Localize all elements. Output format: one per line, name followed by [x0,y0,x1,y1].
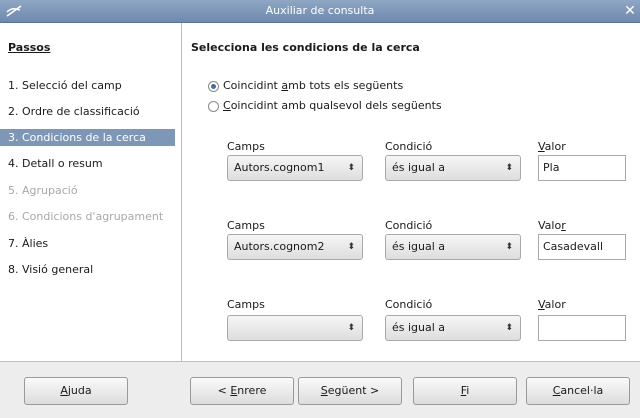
field-select-1-value: Autors.cognom1 [234,161,325,174]
condition-select-2[interactable]: és igual a ⬍ [385,234,521,260]
button-bar: Ajuda < Enrere Següent > Fi Cancel·la [0,361,640,418]
field-select-3[interactable]: ⬍ [227,315,363,341]
condition-select-1[interactable]: és igual a ⬍ [385,155,521,181]
spinner-arrows-icon: ⬍ [347,242,355,252]
condition-label-2: Condició [385,219,433,232]
spinner-arrows-icon: ⬍ [505,242,513,252]
steps-sidebar: Passos 1. Selecció del camp 2. Ordre de … [0,23,182,361]
step-search-conditions[interactable]: 3. Condicions de la cerca [0,129,175,146]
spinner-arrows-icon: ⬍ [347,163,355,173]
match-all-label: Coincidint amb tots els següents [223,79,404,92]
step-field-selection[interactable]: 1. Selecció del camp [0,77,175,94]
back-button[interactable]: < Enrere [190,377,294,405]
step-grouping-conditions: 6. Condicions d'agrupament [8,210,164,223]
steps-heading: Passos [8,41,51,54]
condition-select-3-value: és igual a [392,321,446,334]
page-title: Selecciona les condicions de la cerca [191,41,420,54]
window-title: Auxiliar de consulta [265,4,375,17]
radio-unselected-indicator [208,101,219,112]
close-icon[interactable]: ✕ [622,3,638,19]
match-any-label: Coincidint amb qualsevol dels següents [223,99,442,112]
radio-selected-indicator [208,81,219,92]
step-detail-or-summary[interactable]: 4. Detall o resum [0,155,175,172]
spinner-arrows-icon: ⬍ [347,323,355,333]
field-label-2: Camps [227,219,265,232]
step-sort-order[interactable]: 2. Ordre de classificació [0,103,175,120]
cancel-button[interactable]: Cancel·la [526,377,630,405]
value-label-2: Valor [538,219,566,232]
field-select-1[interactable]: Autors.cognom1 ⬍ [227,155,363,181]
step-grouping: 5. Agrupació [8,184,78,197]
finish-button[interactable]: Fi [413,377,517,405]
value-input-3[interactable] [538,315,626,341]
step-aliases[interactable]: 7. Àlies [0,235,175,252]
field-label-3: Camps [227,298,265,311]
condition-label-1: Condició [385,140,433,153]
value-label-3: Valor [538,298,566,311]
value-input-2[interactable]: Casadevall [538,234,626,260]
field-select-2[interactable]: Autors.cognom2 ⬍ [227,234,363,260]
conditions-panel: Selecciona les condicions de la cerca Co… [183,23,640,361]
value-input-1[interactable]: Pla [538,155,626,181]
condition-label-3: Condició [385,298,433,311]
field-label-1: Camps [227,140,265,153]
field-select-2-value: Autors.cognom2 [234,240,325,253]
step-overview[interactable]: 8. Visió general [0,261,175,278]
help-button[interactable]: Ajuda [24,377,128,405]
condition-select-3[interactable]: és igual a ⬍ [385,315,521,341]
spinner-arrows-icon: ⬍ [505,163,513,173]
value-label-1: Valor [538,140,566,153]
condition-select-1-value: és igual a [392,161,446,174]
title-bar: Auxiliar de consulta ✕ [0,0,640,23]
next-button[interactable]: Següent > [298,377,402,405]
spinner-arrows-icon: ⬍ [505,323,513,333]
condition-select-2-value: és igual a [392,240,446,253]
